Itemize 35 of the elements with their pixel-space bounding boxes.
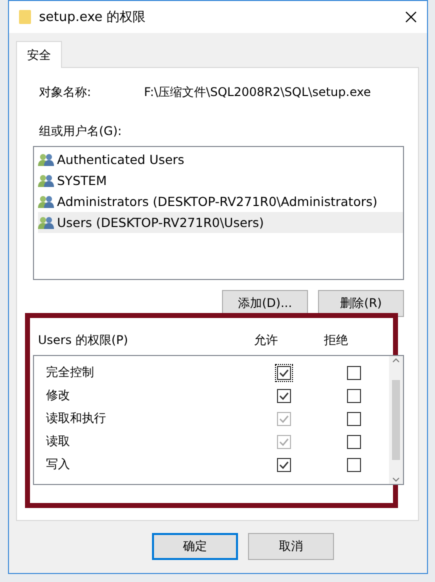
dialog-button[interactable]: 确定 (152, 533, 238, 560)
checkbox[interactable] (347, 458, 361, 472)
user-item[interactable]: Users (DESKTOP-RV271R0\Users) (38, 212, 403, 233)
checkbox[interactable] (347, 388, 361, 402)
close-icon[interactable] (405, 11, 417, 23)
checkbox[interactable] (347, 434, 361, 448)
users-icon (38, 152, 55, 166)
dialog-button[interactable]: 取消 (248, 533, 334, 560)
scroll-up-icon[interactable] (392, 358, 400, 363)
permission-name: 读取 (46, 433, 71, 450)
field-label: 对象名称: (39, 84, 92, 101)
checkbox[interactable] (347, 412, 361, 426)
object-path: F:\压缩文件\SQL2008R2\SQL\setup.exe (144, 84, 371, 101)
window-title: setup.exe 的权限 (39, 9, 147, 26)
permission-name: 完全控制 (46, 364, 95, 381)
checkbox[interactable] (277, 458, 291, 472)
folder-icon (19, 10, 31, 24)
list-label: 组或用户名(G): (39, 123, 122, 140)
permission-name: 修改 (46, 387, 71, 404)
users-icon (38, 174, 55, 188)
column-header: 允许 (253, 332, 279, 349)
scroll-down-icon[interactable] (392, 477, 400, 482)
user-item[interactable]: SYSTEM (38, 170, 403, 191)
permission-name: 写入 (46, 456, 71, 473)
column-header: 拒绝 (323, 332, 349, 349)
permission-name: 读取和执行 (46, 410, 107, 427)
users-icon (38, 216, 55, 230)
scrollbar[interactable] (389, 356, 403, 484)
user-item[interactable]: Administrators (DESKTOP-RV271R0\Administrators) (38, 191, 403, 212)
tab[interactable]: 安全 (16, 41, 62, 68)
checkbox[interactable] (347, 366, 361, 380)
permissions-label: Users 的权限(P) (37, 332, 130, 349)
users-icon (38, 194, 55, 208)
user-item[interactable]: Authenticated Users (38, 149, 403, 170)
checkbox[interactable] (277, 388, 291, 402)
